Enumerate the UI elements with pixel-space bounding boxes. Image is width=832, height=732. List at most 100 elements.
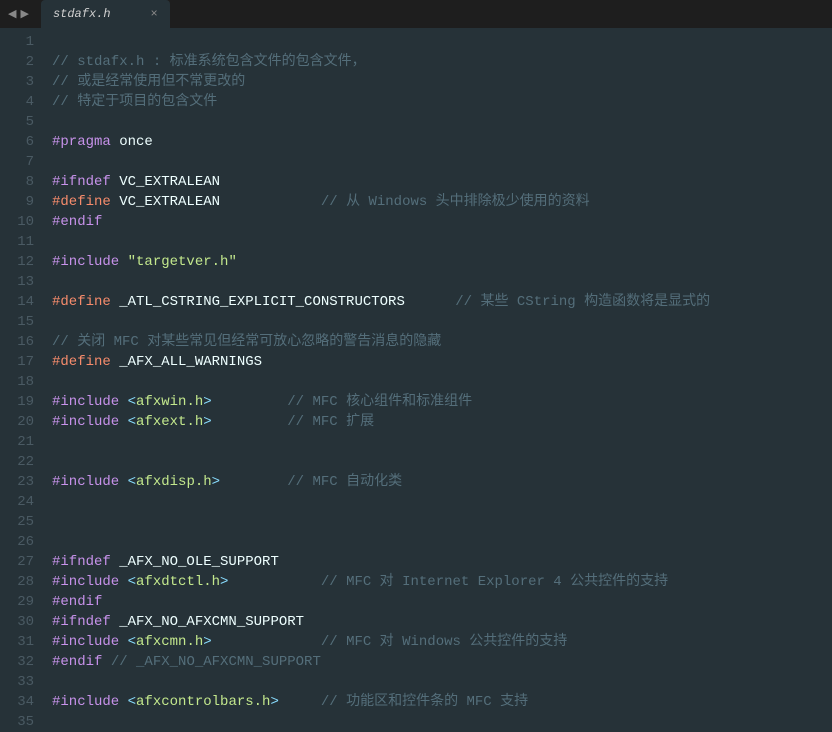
code-line[interactable]: #define _ATL_CSTRING_EXPLICIT_CONSTRUCTO… — [52, 292, 832, 312]
code-token: < — [128, 394, 136, 410]
code-line[interactable] — [52, 432, 832, 452]
code-line[interactable]: #define _AFX_ALL_WARNINGS — [52, 352, 832, 372]
line-number: 16 — [0, 332, 34, 352]
code-token: "targetver.h" — [128, 254, 237, 270]
code-token: afxwin.h — [136, 394, 203, 410]
line-number: 7 — [0, 152, 34, 172]
code-token: #include — [52, 694, 128, 710]
nav-forward-icon[interactable]: ▶ — [20, 7, 28, 21]
line-number: 28 — [0, 572, 34, 592]
code-token: // _AFX_NO_AFXCMN_SUPPORT — [111, 654, 321, 670]
code-line[interactable]: // 或是经常使用但不常更改的 — [52, 72, 832, 92]
code-content[interactable]: // stdafx.h : 标准系统包含文件的包含文件， // 或是经常使用但不常… — [44, 28, 832, 731]
line-number: 32 — [0, 652, 34, 672]
code-token: > — [203, 634, 211, 650]
code-line[interactable]: #ifndef _AFX_NO_AFXCMN_SUPPORT — [52, 612, 832, 632]
code-token: #define — [52, 194, 111, 210]
titlebar: ◀ ▶ stdafx.h × — [0, 0, 832, 28]
code-token: afxcmn.h — [136, 634, 203, 650]
code-token: // 功能区和控件条的 MFC 支持 — [321, 694, 528, 710]
code-token: afxcontrolbars.h — [136, 694, 270, 710]
code-line[interactable]: #endif — [52, 212, 832, 232]
code-token: // stdafx.h : 标准系统包含文件的包含文件， — [52, 54, 366, 70]
line-number: 21 — [0, 432, 34, 452]
code-token: // MFC 对 Internet Explorer 4 公共控件的支持 — [321, 574, 668, 590]
code-token: // 或是经常使用但不常更改的 — [52, 74, 245, 90]
line-number: 20 — [0, 412, 34, 432]
line-number: 9 — [0, 192, 34, 212]
code-line[interactable] — [52, 32, 832, 52]
code-line[interactable]: #include "targetver.h" — [52, 252, 832, 272]
code-token: #include — [52, 634, 128, 650]
line-number: 11 — [0, 232, 34, 252]
code-token: // MFC 对 Windows 公共控件的支持 — [321, 634, 567, 650]
code-token: _AFX_NO_AFXCMN_SUPPORT — [111, 614, 304, 630]
code-token: _ATL_CSTRING_EXPLICIT_CONSTRUCTORS — [111, 294, 455, 310]
line-number: 35 — [0, 712, 34, 732]
line-number: 12 — [0, 252, 34, 272]
code-token: > — [203, 394, 211, 410]
code-token: VC_EXTRALEAN — [111, 174, 220, 190]
line-number: 19 — [0, 392, 34, 412]
code-line[interactable]: // 特定于项目的包含文件 — [52, 92, 832, 112]
line-number: 23 — [0, 472, 34, 492]
code-line[interactable]: #endif — [52, 592, 832, 612]
line-number: 29 — [0, 592, 34, 612]
line-gutter: 1234567891011121314151617181920212223242… — [0, 28, 44, 731]
code-line[interactable] — [52, 672, 832, 692]
editor-area: 1234567891011121314151617181920212223242… — [0, 28, 832, 731]
code-token: < — [128, 694, 136, 710]
code-line[interactable] — [52, 452, 832, 472]
code-token: < — [128, 574, 136, 590]
code-line[interactable]: #include <afxcontrolbars.h> // 功能区和控件条的 … — [52, 692, 832, 712]
line-number: 27 — [0, 552, 34, 572]
code-token: #include — [52, 414, 128, 430]
code-line[interactable]: #ifndef _AFX_NO_OLE_SUPPORT — [52, 552, 832, 572]
code-line[interactable]: #include <afxext.h> // MFC 扩展 — [52, 412, 832, 432]
code-line[interactable]: #include <afxcmn.h> // MFC 对 Windows 公共控… — [52, 632, 832, 652]
line-number: 17 — [0, 352, 34, 372]
code-line[interactable] — [52, 112, 832, 132]
code-line[interactable] — [52, 492, 832, 512]
editor-tab[interactable]: stdafx.h × — [41, 0, 170, 28]
code-line[interactable]: #endif // _AFX_NO_AFXCMN_SUPPORT — [52, 652, 832, 672]
code-line[interactable] — [52, 312, 832, 332]
code-token: #endif — [52, 214, 102, 230]
code-token: VC_EXTRALEAN — [111, 194, 321, 210]
code-token: // 特定于项目的包含文件 — [52, 94, 217, 110]
code-line[interactable] — [52, 372, 832, 392]
code-line[interactable]: #define VC_EXTRALEAN // 从 Windows 头中排除极少… — [52, 192, 832, 212]
code-line[interactable]: // 关闭 MFC 对某些常见但经常可放心忽略的警告消息的隐藏 — [52, 332, 832, 352]
code-line[interactable] — [52, 512, 832, 532]
code-token: < — [128, 414, 136, 430]
code-line[interactable] — [52, 272, 832, 292]
code-line[interactable] — [52, 232, 832, 252]
code-line[interactable] — [52, 152, 832, 172]
line-number: 22 — [0, 452, 34, 472]
tab-title: stdafx.h — [53, 7, 111, 21]
code-token: #endif — [52, 594, 102, 610]
code-token: > — [203, 414, 211, 430]
code-token: // 某些 CString 构造函数将是显式的 — [455, 294, 710, 310]
code-line[interactable]: #pragma once — [52, 132, 832, 152]
code-line[interactable] — [52, 712, 832, 732]
line-number: 26 — [0, 532, 34, 552]
code-token: afxdisp.h — [136, 474, 212, 490]
line-number: 13 — [0, 272, 34, 292]
code-token: afxdtctl.h — [136, 574, 220, 590]
code-line[interactable]: #include <afxdtctl.h> // MFC 对 Internet … — [52, 572, 832, 592]
code-line[interactable]: // stdafx.h : 标准系统包含文件的包含文件， — [52, 52, 832, 72]
code-token: #define — [52, 354, 111, 370]
close-icon[interactable]: × — [151, 7, 158, 21]
code-token: // MFC 扩展 — [287, 414, 374, 430]
code-line[interactable]: #include <afxwin.h> // MFC 核心组件和标准组件 — [52, 392, 832, 412]
nav-back-icon[interactable]: ◀ — [8, 7, 16, 21]
code-token: #ifndef — [52, 174, 111, 190]
code-line[interactable]: #include <afxdisp.h> // MFC 自动化类 — [52, 472, 832, 492]
code-token: // MFC 自动化类 — [287, 474, 402, 490]
code-line[interactable]: #ifndef VC_EXTRALEAN — [52, 172, 832, 192]
code-line[interactable] — [52, 532, 832, 552]
code-token: #ifndef — [52, 614, 111, 630]
line-number: 1 — [0, 32, 34, 52]
code-token: > — [270, 694, 278, 710]
